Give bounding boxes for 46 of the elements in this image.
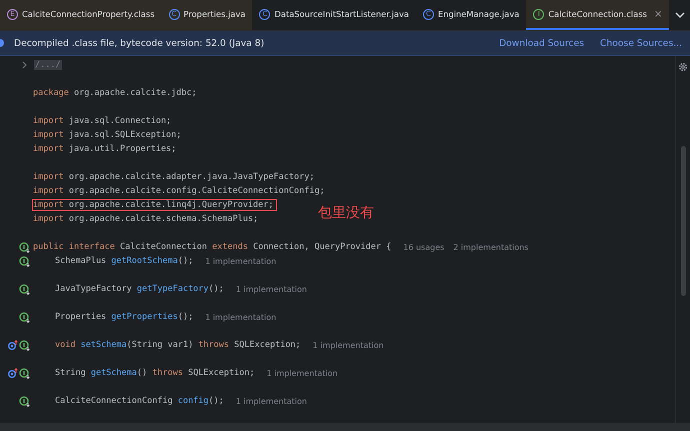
code-line: SchemaPlus getRootSchema(); [55, 256, 194, 266]
annotation-text: 包里没有 [318, 204, 374, 222]
code-line: import java.sql.Connection; [33, 116, 172, 126]
implemented-icon[interactable] [19, 256, 30, 266]
tab-label: EngineManage.java [438, 9, 520, 19]
inlay-hint[interactable]: 1 implementation [236, 396, 307, 406]
banner-message: Decompiled .class file, bytecode version: 52.0 (Java 8) [14, 38, 264, 48]
code-line: import org.apache.calcite.schema.SchemaPlus; [33, 214, 258, 224]
close-icon[interactable]: × [654, 8, 662, 20]
code-line: import org.apache.calcite.adapter.java.JavaTypeFactory; [33, 172, 314, 182]
override-icon[interactable] [8, 340, 18, 350]
code-line: CalciteConnectionConfig config(); [55, 396, 224, 406]
inlay-hint[interactable]: 1 implementation [205, 256, 276, 266]
scrollbar-thumb[interactable] [680, 146, 686, 296]
code-line: package org.apache.calcite.jdbc; [33, 88, 197, 98]
code-line: String getSchema() throws SQLException; [55, 368, 255, 378]
code-line: import org.apache.calcite.config.CalciteConnectionConfig; [33, 186, 325, 196]
implemented-icon[interactable] [19, 242, 30, 252]
tab-label: CalciteConnection.class [548, 9, 647, 19]
implemented-icon[interactable] [19, 340, 30, 350]
inlay-hint[interactable]: 16 usages [403, 242, 444, 252]
code-line: void setSchema(String var1) throws SQLException; [55, 340, 301, 350]
code-line: public interface CalciteConnection extends Connection, QueryProvider { [33, 242, 392, 252]
inlay-hint[interactable]: 1 implementation [266, 368, 338, 378]
code-line: import org.apache.calcite.linq4j.QueryProvider; [33, 200, 274, 210]
banner-link[interactable]: Choose Sources... [600, 38, 682, 48]
folded-code[interactable]: /.../ [34, 60, 62, 70]
code-line: Properties getProperties(); [55, 312, 194, 322]
inlay-hint[interactable]: 2 implementations [453, 242, 528, 252]
tab-label: DataSourceInitStartListener.java [274, 9, 409, 19]
code-line: import java.sql.SQLException; [33, 130, 182, 140]
code-line: JavaTypeFactory getTypeFactory(); [55, 284, 224, 294]
inlay-hint[interactable]: 1 implementation [205, 312, 276, 322]
settings-icon[interactable] [678, 62, 688, 72]
implemented-icon[interactable] [19, 396, 30, 406]
tab-label: Properties.java [184, 9, 246, 19]
banner-link[interactable]: Download Sources [499, 38, 584, 48]
implemented-icon[interactable] [19, 312, 30, 322]
tab-label: CalciteConnectionProperty.class [22, 9, 155, 19]
info-icon [0, 39, 6, 47]
override-icon[interactable] [8, 368, 18, 378]
inlay-hint[interactable]: 1 implementation [236, 284, 307, 294]
implemented-icon[interactable] [19, 368, 30, 378]
code-line: import java.util.Properties; [33, 144, 176, 154]
inlay-hint[interactable]: 1 implementation [312, 340, 384, 350]
implemented-icon[interactable] [19, 284, 30, 294]
